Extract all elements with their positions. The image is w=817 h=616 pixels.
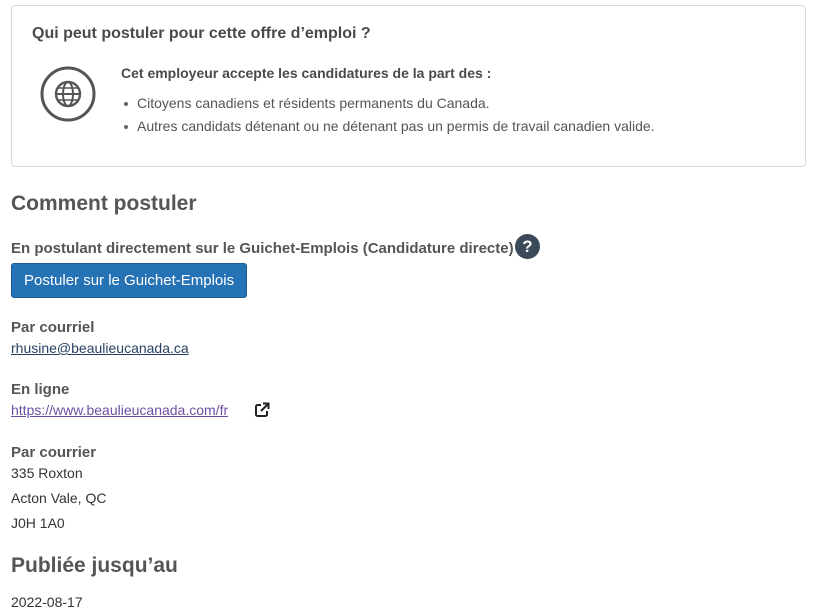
who-can-apply-panel: Qui peut postuler pour cette offre d’emp… — [11, 5, 806, 167]
external-link-icon[interactable] — [254, 402, 270, 418]
accepted-candidates-heading: Cet employeur accepte les candidatures d… — [121, 65, 492, 81]
list-item: Citoyens canadiens et résidents permanen… — [121, 92, 655, 115]
address-line: J0H 1A0 — [11, 515, 65, 531]
who-can-apply-title: Qui peut postuler pour cette offre d’emp… — [32, 25, 371, 42]
by-email-label: Par courriel — [11, 319, 95, 336]
job-posting-apply-page: Qui peut postuler pour cette offre d’emp… — [0, 0, 817, 616]
accepted-candidates-list: Citoyens canadiens et résidents permanen… — [121, 92, 655, 138]
help-question-icon[interactable]: ? — [515, 234, 540, 259]
address-line: 335 Roxton — [11, 465, 83, 481]
posted-until-date: 2022-08-17 — [11, 594, 83, 610]
online-label: En ligne — [11, 381, 70, 398]
by-mail-label: Par courrier — [11, 444, 97, 461]
globe-icon — [40, 66, 96, 122]
how-to-apply-heading: Comment postuler — [11, 192, 197, 215]
apply-on-job-bank-button[interactable]: Postuler sur le Guichet-Emplois — [11, 263, 248, 298]
address-line: Acton Vale, QC — [11, 490, 107, 506]
email-link[interactable]: rhusine@beaulieucanada.ca — [11, 340, 189, 356]
direct-apply-label: En postulant directement sur le Guichet-… — [11, 240, 514, 257]
list-item: Autres candidats détenant ou ne détenant… — [121, 115, 655, 138]
website-link[interactable]: https://www.beaulieucanada.com/fr — [11, 402, 228, 418]
posted-until-heading: Publiée jusqu’au — [11, 554, 178, 577]
